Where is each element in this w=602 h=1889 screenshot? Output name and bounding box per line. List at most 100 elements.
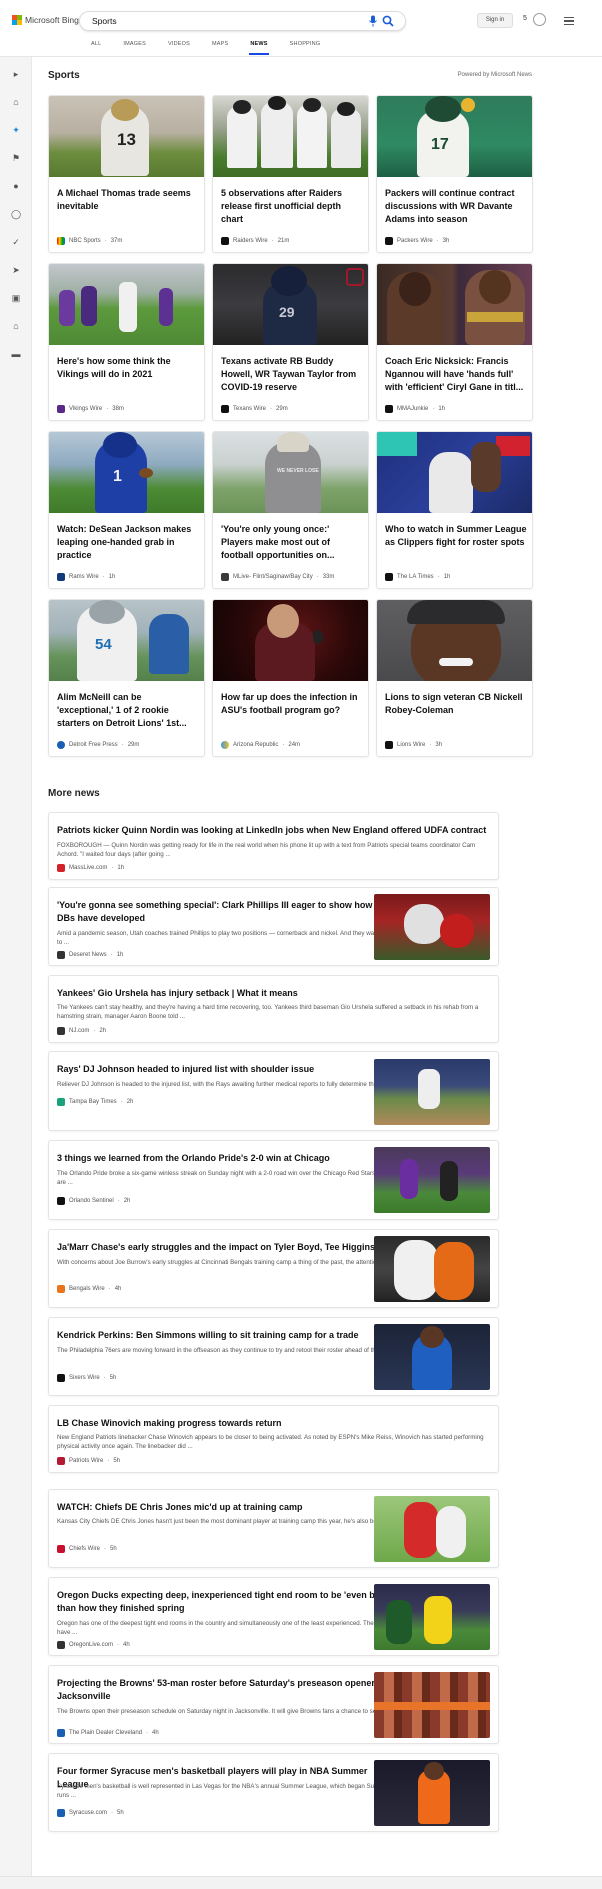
- news-title[interactable]: WATCH: Chiefs DE Chris Jones mic'd up at…: [57, 1501, 400, 1514]
- news-card[interactable]: Lions to sign veteran CB Nickell Robey-C…: [376, 599, 533, 757]
- tab-maps[interactable]: MAPS: [212, 41, 228, 50]
- news-list-item[interactable]: LB Chase Winovich making progress toward…: [48, 1405, 499, 1473]
- news-card[interactable]: 1 Watch: DeSean Jackson makes leaping on…: [48, 431, 205, 589]
- location-pin-icon[interactable]: ●: [11, 181, 21, 191]
- card-title[interactable]: 'You're only young once:' Players make m…: [221, 523, 363, 562]
- card-source: Packers Wire · 3h: [385, 237, 449, 245]
- rewards-trophy-icon[interactable]: [533, 13, 546, 26]
- source-name: MMAJunkie: [397, 406, 429, 412]
- news-card[interactable]: 54 Alim McNeill can be 'exceptional,' 1 …: [48, 599, 205, 757]
- expand-arrow-icon[interactable]: ▸: [11, 69, 21, 79]
- source-logo-icon: [57, 864, 65, 872]
- source-name: MassLive.com: [69, 865, 108, 871]
- search-box[interactable]: Sports: [79, 11, 406, 31]
- news-list-item[interactable]: Kendrick Perkins: Ben Simmons willing to…: [48, 1317, 499, 1396]
- news-title[interactable]: Yankees' Gio Urshela has injury setback …: [57, 987, 492, 1000]
- news-title[interactable]: Ja'Marr Chase's early struggles and the …: [57, 1241, 400, 1254]
- news-title[interactable]: Projecting the Browns' 53-man roster bef…: [57, 1677, 400, 1703]
- bank-icon[interactable]: ⌂: [11, 321, 21, 331]
- bing-logo[interactable]: Microsoft Bing: [12, 15, 79, 25]
- news-image[interactable]: [374, 1760, 490, 1826]
- news-image[interactable]: [374, 1496, 490, 1562]
- tab-shopping[interactable]: SHOPPING: [290, 41, 321, 50]
- news-image[interactable]: [374, 1672, 490, 1738]
- article-time: 5h: [117, 1810, 124, 1816]
- rocket-icon[interactable]: ➤: [11, 265, 21, 275]
- source-name: Patriots Wire: [69, 1458, 104, 1464]
- news-title[interactable]: Patriots kicker Quinn Nordin was looking…: [57, 824, 492, 837]
- news-card[interactable]: 5 observations after Raiders release fir…: [212, 95, 369, 253]
- news-card[interactable]: WE NEVER LOSE 'You're only young once:' …: [212, 431, 369, 589]
- film-icon[interactable]: ▣: [11, 293, 21, 303]
- tab-videos[interactable]: VIDEOS: [168, 41, 190, 50]
- news-list-item[interactable]: Projecting the Browns' 53-man roster bef…: [48, 1665, 499, 1744]
- news-card[interactable]: Coach Eric Nicksick: Francis Ngannou wil…: [376, 263, 533, 421]
- tab-news[interactable]: NEWS: [249, 41, 270, 55]
- tab-images[interactable]: IMAGES: [123, 41, 146, 50]
- news-title[interactable]: 3 things we learned from the Orlando Pri…: [57, 1152, 400, 1165]
- news-image[interactable]: [374, 1236, 490, 1302]
- sign-in-button[interactable]: Sign in: [477, 13, 513, 28]
- tab-all[interactable]: ALL: [91, 41, 101, 50]
- news-card[interactable]: 13 A Michael Thomas trade seems inevitab…: [48, 95, 205, 253]
- news-list-item[interactable]: Patriots kicker Quinn Nordin was looking…: [48, 812, 499, 880]
- card-title[interactable]: Packers will continue contract discussio…: [385, 187, 527, 226]
- news-title[interactable]: Kendrick Perkins: Ben Simmons willing to…: [57, 1329, 400, 1342]
- search-icon[interactable]: [382, 15, 394, 27]
- search-input[interactable]: Sports: [92, 16, 117, 26]
- news-card[interactable]: 29 Texans activate RB Buddy Howell, WR T…: [212, 263, 369, 421]
- home-icon[interactable]: ⌂: [11, 97, 21, 107]
- news-image[interactable]: [374, 894, 490, 960]
- flag-icon[interactable]: ⚑: [11, 153, 21, 163]
- news-card[interactable]: Here's how some think the Vikings will d…: [48, 263, 205, 421]
- card-title[interactable]: Lions to sign veteran CB Nickell Robey-C…: [385, 691, 527, 717]
- news-snippet: The Orlando Pride broke a six-game winle…: [57, 1170, 392, 1186]
- article-time: 5h: [109, 1375, 117, 1381]
- news-list-item[interactable]: Ja'Marr Chase's early struggles and the …: [48, 1229, 499, 1308]
- sports-icon[interactable]: ✦: [11, 125, 21, 135]
- news-image[interactable]: [374, 1324, 490, 1390]
- news-card[interactable]: How far up does the infection in ASU's f…: [212, 599, 369, 757]
- news-image[interactable]: [374, 1584, 490, 1650]
- card-title[interactable]: Who to watch in Summer League as Clipper…: [385, 523, 527, 549]
- card-title[interactable]: 5 observations after Raiders release fir…: [221, 187, 363, 226]
- card-title[interactable]: Coach Eric Nicksick: Francis Ngannou wil…: [385, 355, 527, 394]
- news-list-item[interactable]: 'You're gonna see something special': Cl…: [48, 887, 499, 966]
- news-title[interactable]: LB Chase Winovich making progress toward…: [57, 1417, 492, 1430]
- news-image[interactable]: [374, 1147, 490, 1213]
- source-logo-icon: [57, 1545, 65, 1553]
- card-title[interactable]: Texans activate RB Buddy Howell, WR Tayw…: [221, 355, 363, 394]
- globe-icon[interactable]: ◯: [11, 209, 21, 219]
- news-title[interactable]: Rays' DJ Johnson headed to injured list …: [57, 1063, 400, 1076]
- news-list-item[interactable]: Four former Syracuse men's basketball pl…: [48, 1753, 499, 1832]
- card-title[interactable]: A Michael Thomas trade seems inevitable: [57, 187, 199, 213]
- card-title[interactable]: Alim McNeill can be 'exceptional,' 1 of …: [57, 691, 199, 730]
- source-logo-icon: [221, 405, 229, 413]
- card-title[interactable]: Here's how some think the Vikings will d…: [57, 355, 199, 381]
- news-list-item[interactable]: Yankees' Gio Urshela has injury setback …: [48, 975, 499, 1043]
- hamburger-menu-icon[interactable]: [564, 17, 574, 25]
- news-snippet: The Browns open their preseason schedule…: [57, 1708, 401, 1715]
- news-title[interactable]: 'You're gonna see something special': Cl…: [57, 899, 400, 925]
- news-title[interactable]: Oregon Ducks expecting deep, inexperienc…: [57, 1589, 400, 1615]
- news-snippet: New England Patriots linebacker Chase Wi…: [57, 1434, 484, 1450]
- news-card[interactable]: Who to watch in Summer League as Clipper…: [376, 431, 533, 589]
- article-image: 54: [49, 600, 204, 681]
- news-card[interactable]: 17 Packers will continue contract discus…: [376, 95, 533, 253]
- microphone-icon[interactable]: [368, 15, 378, 27]
- card-icon[interactable]: ▬: [11, 349, 21, 359]
- source-logo-icon: [57, 1098, 65, 1106]
- news-list-item[interactable]: Oregon Ducks expecting deep, inexperienc…: [48, 1577, 499, 1656]
- news-image[interactable]: [374, 1059, 490, 1125]
- rewards-count[interactable]: 5: [523, 15, 527, 22]
- card-title[interactable]: Watch: DeSean Jackson makes leaping one-…: [57, 523, 199, 562]
- card-title[interactable]: How far up does the infection in ASU's f…: [221, 691, 363, 717]
- article-image: [377, 432, 532, 513]
- news-list-item[interactable]: 3 things we learned from the Orlando Pri…: [48, 1140, 499, 1220]
- news-list-item[interactable]: WATCH: Chiefs DE Chris Jones mic'd up at…: [48, 1489, 499, 1568]
- microscope-icon[interactable]: ✓: [11, 237, 21, 247]
- powered-by-label[interactable]: Powered by Microsoft News: [458, 72, 532, 78]
- source-logo-icon: [221, 237, 229, 245]
- article-time: 21m: [277, 238, 290, 244]
- news-list-item[interactable]: Rays' DJ Johnson headed to injured list …: [48, 1051, 499, 1131]
